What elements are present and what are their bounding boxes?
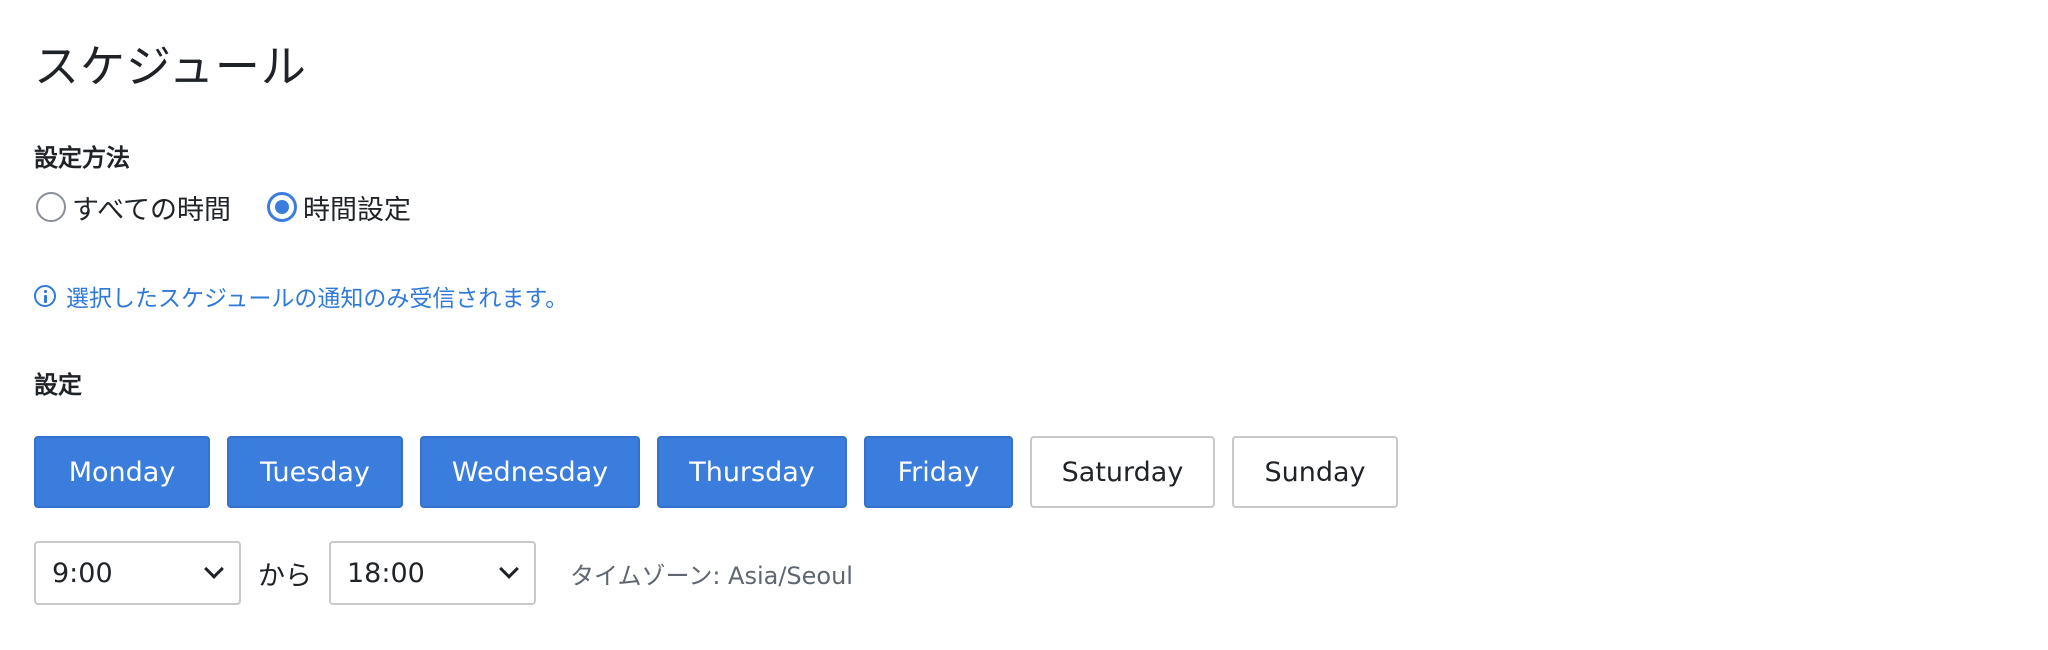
chevron-down-icon bbox=[499, 559, 519, 579]
end-time-select[interactable]: 18:00 bbox=[329, 541, 536, 605]
time-range-row: 9:00 から 18:00 タイムゾーン: Asia/Seoul bbox=[34, 541, 853, 605]
day-wednesday-button[interactable]: Wednesday bbox=[420, 436, 640, 508]
radio-all-time[interactable]: すべての時間 bbox=[36, 188, 231, 227]
radio-time-setting-label: 時間設定 bbox=[303, 194, 412, 226]
radio-all-time-label: すべての時間 bbox=[72, 194, 232, 226]
end-time-value: 18:00 bbox=[347, 557, 425, 589]
day-friday-button[interactable]: Friday bbox=[864, 436, 1013, 508]
day-tuesday-button[interactable]: Tuesday bbox=[227, 436, 403, 508]
info-message: 選択したスケジュールの通知のみ受信されます。 bbox=[34, 279, 568, 313]
radio-time-setting[interactable]: 時間設定 bbox=[267, 188, 411, 227]
method-label: 設定方法 bbox=[34, 144, 130, 172]
settings-label: 設定 bbox=[34, 371, 82, 399]
day-thursday-button[interactable]: Thursday bbox=[657, 436, 847, 508]
radio-time-setting-circle[interactable] bbox=[267, 192, 298, 222]
start-time-select[interactable]: 9:00 bbox=[34, 541, 241, 605]
day-selector: Monday Tuesday Wednesday Thursday Friday… bbox=[34, 436, 1415, 508]
radio-all-time-circle[interactable] bbox=[36, 192, 66, 222]
chevron-down-icon bbox=[204, 559, 224, 579]
start-time-value: 9:00 bbox=[52, 557, 113, 589]
page-title: スケジュール bbox=[34, 40, 307, 93]
day-saturday-button[interactable]: Saturday bbox=[1030, 436, 1215, 508]
from-label: から bbox=[258, 560, 312, 592]
timezone-text: タイムゾーン: Asia/Seoul bbox=[570, 561, 853, 590]
day-sunday-button[interactable]: Sunday bbox=[1232, 436, 1398, 508]
method-radio-group: すべての時間 時間設定 bbox=[36, 188, 447, 227]
info-text: 選択したスケジュールの通知のみ受信されます。 bbox=[66, 286, 569, 312]
schedule-page: スケジュール 設定方法 すべての時間 時間設定 選択したスケジュールの通知のみ受… bbox=[0, 0, 2048, 650]
day-monday-button[interactable]: Monday bbox=[34, 436, 210, 508]
info-icon bbox=[34, 285, 56, 307]
